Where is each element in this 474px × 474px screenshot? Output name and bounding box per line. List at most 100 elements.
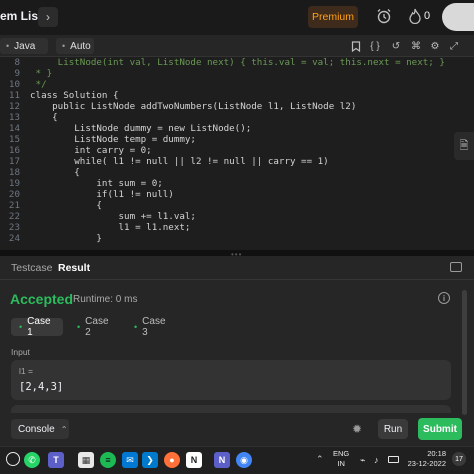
case-label: Case 1 <box>27 316 51 338</box>
line-number: 18 <box>8 167 20 178</box>
input-variable-name: l1 = <box>19 366 33 376</box>
chevron-right-icon: › <box>46 10 50 24</box>
line-number: 15 <box>8 134 20 145</box>
app-grid-icon[interactable]: ▦ <box>78 452 94 468</box>
search-icon[interactable] <box>6 452 20 466</box>
code-line: ListNode temp = dummy; <box>30 134 196 145</box>
line-number: 10 <box>8 79 20 90</box>
language-code: ENG <box>333 449 350 458</box>
tab-testcase[interactable]: Testcase <box>11 262 52 274</box>
format-code-icon[interactable]: { } <box>369 40 381 52</box>
spotify-icon[interactable]: ≡ <box>100 452 116 468</box>
line-number: 17 <box>8 156 20 167</box>
chrome-icon[interactable]: ◉ <box>236 452 252 468</box>
console-button[interactable]: Console ⌃ <box>11 419 69 439</box>
code-editor[interactable]: 8 ListNode(int val, ListNode next) { thi… <box>0 57 474 250</box>
mode-label: Auto <box>70 40 91 52</box>
code-line: sum += l1.val; <box>30 211 196 222</box>
line-number: 13 <box>8 112 20 123</box>
fire-icon[interactable] <box>408 8 422 25</box>
code-line: public ListNode addTwoNumbers(ListNode l… <box>30 101 357 112</box>
code-line: int carry = 0; <box>30 145 152 156</box>
line-number: 8 <box>14 57 20 68</box>
line-number: 14 <box>8 123 20 134</box>
line-number: 16 <box>8 145 20 156</box>
next-problem-button[interactable]: › <box>38 7 58 27</box>
case-2-tab[interactable]: • Case 2 <box>69 316 119 338</box>
code-line: { <box>30 167 80 178</box>
notes-icon[interactable]: 🗎 <box>454 132 474 160</box>
system-clock[interactable]: 20:18 23-12-2022 <box>404 449 446 469</box>
case-3-tab[interactable]: • Case 3 <box>126 316 176 338</box>
code-line: ListNode(int val, ListNode next) { this.… <box>30 57 445 68</box>
wifi-icon[interactable]: ⌁ <box>360 455 365 466</box>
code-line: ListNode dummy = new ListNode(); <box>30 123 252 134</box>
premium-button[interactable]: Premium <box>308 6 358 28</box>
info-icon[interactable]: i <box>438 292 450 304</box>
line-number: 23 <box>8 222 20 233</box>
clock-date: 23-12-2022 <box>407 459 446 468</box>
language-indicator[interactable]: ENG IN <box>333 449 349 469</box>
line-number: 24 <box>8 233 20 244</box>
problem-list-title[interactable]: em List <box>0 9 42 23</box>
shortcuts-icon[interactable]: ⌘ <box>410 40 422 52</box>
volume-icon[interactable]: ♪ <box>374 455 379 465</box>
firefox-icon[interactable]: ● <box>164 452 180 468</box>
input-label: Input <box>11 347 30 357</box>
status-badge: Accepted <box>10 291 74 307</box>
whatsapp-icon[interactable]: ✆ <box>24 452 40 468</box>
code-line: */ <box>30 79 47 90</box>
notion-icon[interactable]: N <box>186 452 202 468</box>
code-line: { <box>30 200 102 211</box>
battery-icon[interactable] <box>388 456 399 463</box>
streak-count: 0 <box>424 10 431 22</box>
case-label: Case 3 <box>142 316 166 338</box>
code-line: * } <box>30 68 53 79</box>
code-line: { <box>30 112 58 123</box>
fullscreen-icon[interactable]: ⤢ <box>448 40 460 52</box>
avatar[interactable] <box>442 3 474 31</box>
clock-time: 20:18 <box>427 449 446 458</box>
teams-icon[interactable]: T <box>48 452 64 468</box>
input-box <box>11 360 451 400</box>
reset-icon[interactable]: ↺ <box>390 40 402 52</box>
dot-icon: • <box>62 41 66 51</box>
collapse-panel-icon[interactable] <box>450 262 462 272</box>
case-label: Case 2 <box>85 316 109 338</box>
line-number: 11 <box>8 90 20 101</box>
bookmark-icon[interactable] <box>350 40 362 52</box>
language-label: Java <box>14 40 36 52</box>
vscode-icon[interactable]: ❯ <box>142 452 158 468</box>
debug-icon[interactable]: ✹ <box>350 422 364 436</box>
code-line: } <box>30 233 102 244</box>
autocomplete-mode-select[interactable]: • Auto <box>56 38 94 54</box>
submit-button[interactable]: Submit <box>418 418 462 440</box>
alarm-clock-icon[interactable] <box>376 8 392 24</box>
line-number: 20 <box>8 189 20 200</box>
code-line: if(l1 != null) <box>30 189 174 200</box>
onenote-icon[interactable]: N <box>214 452 230 468</box>
settings-icon[interactable]: ⚙ <box>429 40 441 52</box>
tray-chevron-icon[interactable]: ⌃ <box>316 454 324 465</box>
code-line: int sum = 0; <box>30 178 163 189</box>
line-number: 22 <box>8 211 20 222</box>
tab-result[interactable]: Result <box>58 262 90 274</box>
top-bar <box>0 0 474 33</box>
chevron-up-icon: ⌃ <box>60 424 68 434</box>
language-select[interactable]: • Java <box>0 38 48 54</box>
console-label: Console <box>18 423 55 435</box>
case-1-tab[interactable]: • Case 1 <box>11 316 63 338</box>
line-number: 21 <box>8 200 20 211</box>
line-number: 19 <box>8 178 20 189</box>
mail-icon[interactable]: ✉ <box>122 452 138 468</box>
pass-dot-icon: • <box>77 322 81 332</box>
input-variable-value: [2,4,3] <box>19 381 64 393</box>
output-box <box>11 405 451 413</box>
pass-dot-icon: • <box>19 322 23 332</box>
notification-badge[interactable]: 17 <box>452 452 466 466</box>
runtime-text: Runtime: 0 ms <box>73 294 138 305</box>
code-line: class Solution { <box>30 90 119 101</box>
region-code: IN <box>337 459 345 468</box>
run-button[interactable]: Run <box>378 419 408 439</box>
result-scrollbar[interactable] <box>462 290 467 415</box>
